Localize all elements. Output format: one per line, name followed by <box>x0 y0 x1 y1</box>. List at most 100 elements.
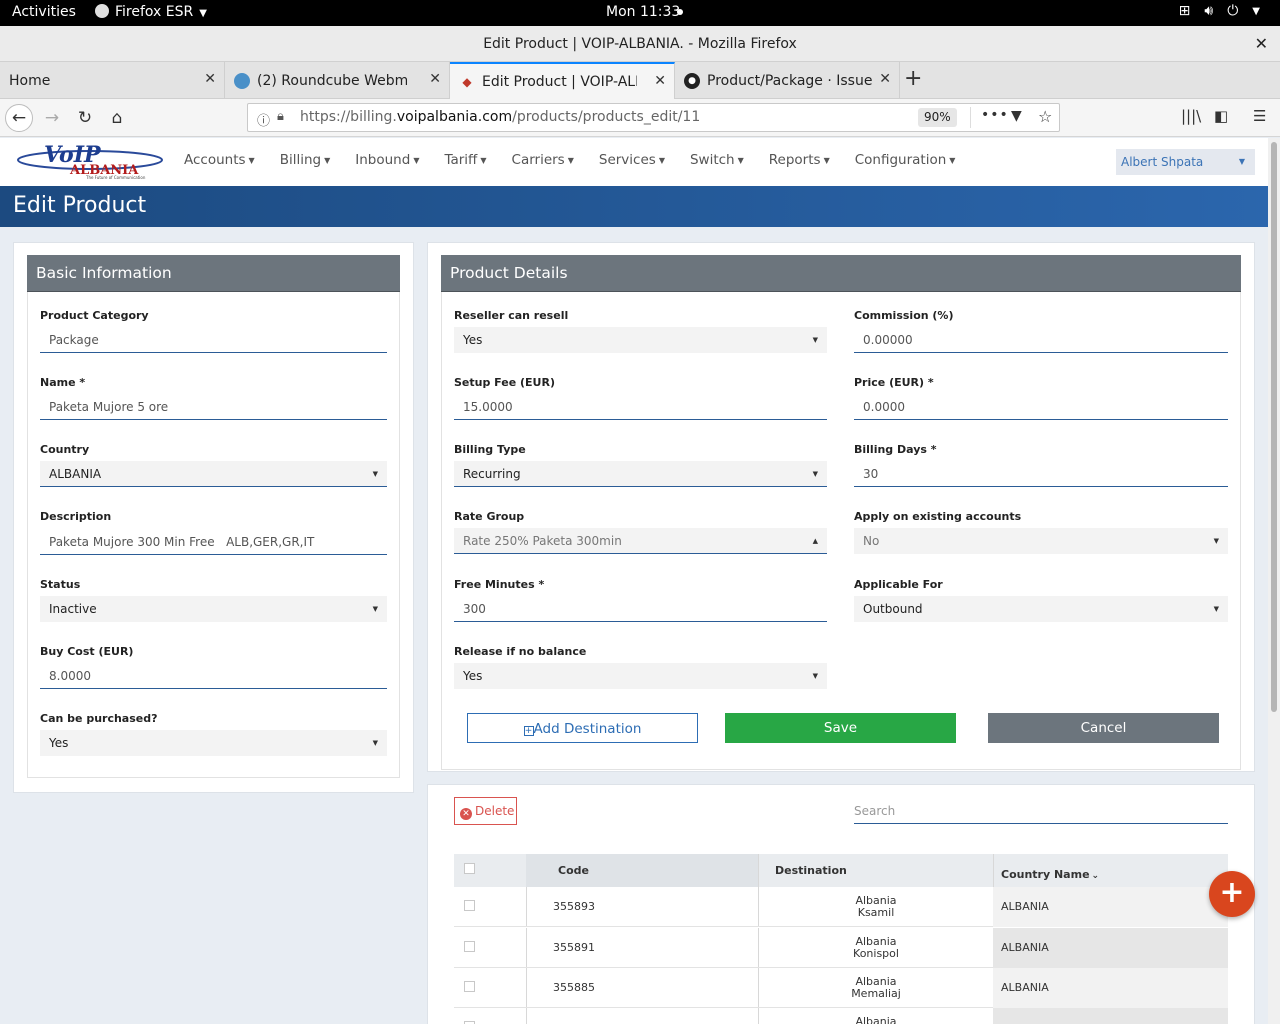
caret-down-icon: ▼ <box>949 155 956 165</box>
page-scrollbar[interactable] <box>1268 138 1280 1024</box>
system-tray[interactable]: ⊞ 🔊︎ ⏻ ▼ <box>1179 3 1260 19</box>
tab-github-issue[interactable]: ● Product/Package · Issue # ✕ <box>675 62 900 99</box>
page-title: Edit Product <box>13 193 147 218</box>
caret-down-icon: ▼ <box>812 336 818 344</box>
tab-edit-product[interactable]: ◆ Edit Product | VOIP-ALBA ✕ <box>450 62 675 99</box>
menu-carriers[interactable]: Carriers ▼ <box>512 152 574 168</box>
menu-tariff[interactable]: Tariff ▼ <box>444 152 486 168</box>
buy-cost-input[interactable]: 8.0000 <box>40 663 387 689</box>
clock[interactable]: Mon 11:33 <box>606 4 680 20</box>
menu-billing[interactable]: Billing ▼ <box>280 152 331 168</box>
main-menu: Accounts ▼ Billing ▼ Inbound ▼ Tariff ▼ Carr… <box>184 152 980 168</box>
add-floating-button[interactable]: + <box>1209 871 1255 917</box>
reseller-can-resell-select[interactable]: Yes ▼ <box>454 327 827 353</box>
window-titlebar: Edit Product | VOIP-ALBANIA. - Mozilla F… <box>0 26 1280 62</box>
url-bar[interactable]: ⓘ 🔒︎ https://billing.voipalbania.com/pro… <box>247 103 1060 132</box>
url-text[interactable]: https://billing.voipalbania.com/products… <box>300 109 700 125</box>
name-input[interactable]: Paketa Mujore 5 ore <box>40 394 387 420</box>
close-icon[interactable]: ✕ <box>879 71 891 87</box>
caret-down-icon: ▼ <box>372 605 378 613</box>
column-header-destination[interactable]: Destination <box>775 854 847 887</box>
row-checkbox[interactable] <box>464 981 475 992</box>
window-close-icon[interactable]: ✕ <box>1255 26 1268 62</box>
commission-label: Commission (%) <box>854 309 954 322</box>
table-header-row: Code Destination Country Name ⌄ <box>454 854 1228 887</box>
status-select[interactable]: Inactive ▼ <box>40 596 387 622</box>
sort-desc-icon: ⌄ <box>1091 871 1100 881</box>
zoom-level[interactable]: 90% <box>918 108 957 127</box>
menu-reports[interactable]: Reports ▼ <box>769 152 830 168</box>
column-header-code[interactable]: Code <box>558 854 589 887</box>
commission-input[interactable]: 0.00000 <box>854 327 1228 353</box>
description-input[interactable]: Paketa Mujore 300 Min Free ALB,GER,GR,IT <box>40 529 387 555</box>
caret-down-icon: ▼ <box>812 672 818 680</box>
price-input[interactable]: 0.0000 <box>854 394 1228 420</box>
forward-icon[interactable]: → <box>38 104 66 132</box>
caret-down-icon: ▼ <box>658 155 665 165</box>
menu-accounts[interactable]: Accounts ▼ <box>184 152 255 168</box>
close-icon[interactable]: ✕ <box>654 73 666 89</box>
row-checkbox[interactable] <box>464 941 475 952</box>
menu-switch[interactable]: Switch ▼ <box>690 152 744 168</box>
table-row[interactable]: 355885 Albania Memaliaj ALBANIA <box>454 968 1228 1008</box>
caret-down-icon: ▼ <box>413 155 420 165</box>
table-row[interactable]: 355893 Albania Ksamil ALBANIA <box>454 887 1228 927</box>
caret-down-icon: ▼ <box>1238 157 1245 166</box>
app-menu-label: Firefox ESR <box>115 4 194 20</box>
rate-group-value: Rate 250% Paketa 300min <box>463 534 622 548</box>
menu-hamburger-icon[interactable]: ☰ <box>1253 107 1266 125</box>
user-menu[interactable]: Albert Shpata ▼ <box>1116 149 1255 175</box>
site-favicon-icon: ◆ <box>462 74 472 89</box>
close-icon[interactable]: ✕ <box>204 71 216 87</box>
pocket-icon[interactable]: ▼ <box>1011 108 1022 124</box>
bookmark-star-icon[interactable]: ☆ <box>1038 107 1052 126</box>
window-title: Edit Product | VOIP-ALBANIA. - Mozilla F… <box>483 36 797 52</box>
save-button[interactable]: Save <box>725 713 956 743</box>
activities-button[interactable]: Activities <box>12 4 76 20</box>
more-actions-icon[interactable]: ••• <box>981 107 1009 123</box>
column-divider <box>526 887 527 926</box>
menu-inbound[interactable]: Inbound ▼ <box>355 152 419 168</box>
new-tab-icon[interactable]: + <box>904 66 922 91</box>
scrollbar-thumb[interactable] <box>1271 142 1277 712</box>
tab-roundcube[interactable]: (2) Roundcube Webmail : ✕ <box>225 62 450 99</box>
table-row[interactable]: 355891 Albania Konispol ALBANIA <box>454 928 1228 968</box>
setup-fee-label: Setup Fee (EUR) <box>454 376 555 389</box>
add-destination-button[interactable]: +Add Destination <box>467 713 698 743</box>
app-menu[interactable]: Firefox ESR ▼ <box>95 4 207 20</box>
search-input[interactable]: Search <box>854 798 1228 824</box>
info-icon[interactable]: ⓘ <box>257 110 270 129</box>
tab-label: Edit Product | VOIP-ALBA <box>482 73 637 90</box>
apply-existing-accounts-select[interactable]: No ▼ <box>854 528 1228 554</box>
destination-cell: Albania Memaliaj <box>851 975 901 1000</box>
logo-tagline: The Future of Communication <box>85 175 146 180</box>
tab-home[interactable]: Home ✕ <box>0 62 225 99</box>
lock-icon[interactable]: 🔒︎ <box>277 109 284 124</box>
sidebar-icon[interactable]: ◧ <box>1214 107 1228 125</box>
applicable-for-select[interactable]: Outbound ▼ <box>854 596 1228 622</box>
billing-days-input[interactable]: 30 <box>854 461 1228 487</box>
close-icon[interactable]: ✕ <box>429 71 441 87</box>
column-divider <box>758 854 759 887</box>
billing-type-select[interactable]: Recurring ▼ <box>454 461 827 487</box>
library-icon[interactable]: |||\ <box>1181 107 1201 125</box>
free-minutes-input[interactable]: 300 <box>454 596 827 622</box>
select-all-checkbox[interactable] <box>464 863 475 874</box>
menu-services[interactable]: Services ▼ <box>599 152 665 168</box>
voip-albania-logo[interactable]: VoIP ALBANIA The Future of Communication <box>14 142 166 180</box>
delete-button[interactable]: ✕ Delete <box>454 797 517 825</box>
rate-group-select[interactable]: Rate 250% Paketa 300min ▲ <box>454 528 827 554</box>
cancel-button[interactable]: Cancel <box>988 713 1219 743</box>
home-icon[interactable]: ⌂ <box>103 104 131 132</box>
menu-configuration[interactable]: Configuration ▼ <box>855 152 956 168</box>
release-no-balance-select[interactable]: Yes ▼ <box>454 663 827 689</box>
product-category-field[interactable]: Package <box>40 327 387 353</box>
plus-square-icon: + <box>523 726 534 736</box>
can-be-purchased-select[interactable]: Yes ▼ <box>40 730 387 756</box>
row-checkbox[interactable] <box>464 900 475 911</box>
country-select[interactable]: ALBANIA ▼ <box>40 461 387 487</box>
setup-fee-input[interactable]: 15.0000 <box>454 394 827 420</box>
table-row[interactable]: Albania <box>454 1008 1228 1024</box>
back-icon[interactable]: ← <box>5 104 33 132</box>
reload-icon[interactable]: ↻ <box>71 104 99 132</box>
